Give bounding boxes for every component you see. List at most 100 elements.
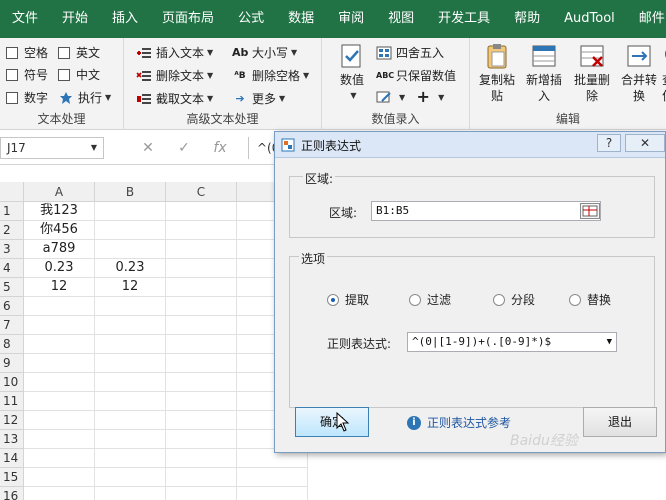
value-button[interactable]: 数值 ▼ <box>334 42 370 104</box>
checkbox-symbol[interactable]: 符号 <box>6 66 48 83</box>
tab-home[interactable]: 开始 <box>50 0 100 38</box>
cell-b1[interactable] <box>95 202 166 221</box>
tab-help[interactable]: 帮助 <box>502 0 552 38</box>
cell-c2[interactable] <box>166 221 237 240</box>
find-locate-button[interactable]: 查找 位 <box>662 42 666 104</box>
extract-text-button[interactable]: 截取文本 ▼ <box>136 90 213 107</box>
row-header[interactable]: 4 <box>0 259 24 278</box>
insert-text-button[interactable]: 插入文本 ▼ <box>136 44 213 61</box>
row-header[interactable]: 5 <box>0 278 24 297</box>
keep-value-button[interactable]: ABC 只保留数值 <box>376 67 456 84</box>
exit-button[interactable]: 退出 <box>583 407 657 437</box>
cell-a10[interactable] <box>24 373 95 392</box>
cell-a3[interactable]: a789 <box>24 240 95 259</box>
radio-segment[interactable]: 分段 <box>493 291 535 308</box>
cell-c7[interactable] <box>166 316 237 335</box>
cell-c10[interactable] <box>166 373 237 392</box>
cell-c9[interactable] <box>166 354 237 373</box>
cell-b8[interactable] <box>95 335 166 354</box>
row-header[interactable]: 15 <box>0 468 24 487</box>
more-button[interactable]: ➔ 更多 ▼ <box>232 90 285 107</box>
row-header[interactable]: 10 <box>0 373 24 392</box>
tab-review[interactable]: 审阅 <box>326 0 376 38</box>
cell-b5[interactable]: 12 <box>95 278 166 297</box>
add-insert-button[interactable]: 新增插 入 <box>522 42 566 104</box>
cell-a6[interactable] <box>24 297 95 316</box>
select-all-corner[interactable] <box>0 182 24 202</box>
row-header[interactable]: 6 <box>0 297 24 316</box>
cell-b3[interactable] <box>95 240 166 259</box>
cell-c13[interactable] <box>166 430 237 449</box>
cell-c12[interactable] <box>166 411 237 430</box>
column-header-c[interactable]: C <box>166 182 237 202</box>
check-icon[interactable]: ✓ <box>166 140 202 156</box>
region-input[interactable]: B1:B5 <box>371 201 601 221</box>
checkbox-digit[interactable]: 数字 <box>6 89 48 106</box>
checkbox-chinese[interactable]: 中文 <box>58 66 100 83</box>
cell-d16[interactable] <box>237 487 308 500</box>
cell-a16[interactable] <box>24 487 95 500</box>
column-header-a[interactable]: A <box>24 182 95 202</box>
cell-c14[interactable] <box>166 449 237 468</box>
cell-a13[interactable] <box>24 430 95 449</box>
checkbox-english[interactable]: 英文 <box>58 44 100 61</box>
cell-c16[interactable] <box>166 487 237 500</box>
cell-b15[interactable] <box>95 468 166 487</box>
ok-button[interactable]: 确定 <box>295 407 369 437</box>
cell-b2[interactable] <box>95 221 166 240</box>
radio-extract[interactable]: 提取 <box>327 291 369 308</box>
cell-a8[interactable] <box>24 335 95 354</box>
case-button[interactable]: Ab 大小写 ▼ <box>232 44 297 61</box>
cell-a15[interactable] <box>24 468 95 487</box>
cell-c3[interactable] <box>166 240 237 259</box>
cell-b4[interactable]: 0.23 <box>95 259 166 278</box>
row-header[interactable]: 8 <box>0 335 24 354</box>
tab-developer[interactable]: 开发工具 <box>426 0 502 38</box>
tab-view[interactable]: 视图 <box>376 0 426 38</box>
row-header[interactable]: 13 <box>0 430 24 449</box>
cell-b13[interactable] <box>95 430 166 449</box>
row-header[interactable]: 7 <box>0 316 24 335</box>
cell-a1[interactable]: 我123 <box>24 202 95 221</box>
cell-c15[interactable] <box>166 468 237 487</box>
cell-c8[interactable] <box>166 335 237 354</box>
regex-reference-link[interactable]: i 正则表达式参考 <box>407 414 511 431</box>
cell-b16[interactable] <box>95 487 166 500</box>
batch-delete-button[interactable]: 批量删 除 <box>570 42 614 104</box>
radio-replace[interactable]: 替换 <box>569 291 611 308</box>
tab-file[interactable]: 文件 <box>0 0 50 38</box>
row-header[interactable]: 11 <box>0 392 24 411</box>
cell-a4[interactable]: 0.23 <box>24 259 95 278</box>
cell-b12[interactable] <box>95 411 166 430</box>
close-button[interactable]: ✕ <box>625 134 665 152</box>
row-header[interactable]: 16 <box>0 487 24 500</box>
row-header[interactable]: 12 <box>0 411 24 430</box>
edit-value-button[interactable]: ▼ + ▼ <box>376 89 444 105</box>
help-button[interactable]: ? <box>597 134 621 152</box>
row-header[interactable]: 1 <box>0 202 24 221</box>
cell-c1[interactable] <box>166 202 237 221</box>
column-header-b[interactable]: B <box>95 182 166 202</box>
cell-a2[interactable]: 你456 <box>24 221 95 240</box>
remove-space-button[interactable]: ᴬB 删除空格 ▼ <box>232 67 309 84</box>
tab-audtool[interactable]: AudTool <box>552 0 627 38</box>
tab-insert[interactable]: 插入 <box>100 0 150 38</box>
cell-a12[interactable] <box>24 411 95 430</box>
row-header[interactable]: 9 <box>0 354 24 373</box>
cell-b7[interactable] <box>95 316 166 335</box>
cell-c4[interactable] <box>166 259 237 278</box>
fx-icon[interactable]: fx <box>202 140 238 156</box>
cell-c11[interactable] <box>166 392 237 411</box>
radio-filter[interactable]: 过滤 <box>409 291 451 308</box>
cell-a11[interactable] <box>24 392 95 411</box>
merge-convert-button[interactable]: 合并转 换 <box>618 42 660 104</box>
tab-page-layout[interactable]: 页面布局 <box>150 0 226 38</box>
row-header[interactable]: 3 <box>0 240 24 259</box>
cell-b9[interactable] <box>95 354 166 373</box>
plus-icon[interactable]: + <box>415 89 431 105</box>
delete-text-button[interactable]: 删除文本 ▼ <box>136 67 213 84</box>
cancel-icon[interactable]: ✕ <box>130 140 166 156</box>
cell-a14[interactable] <box>24 449 95 468</box>
cell-c5[interactable] <box>166 278 237 297</box>
round-button[interactable]: 四舍五入 <box>376 44 444 61</box>
